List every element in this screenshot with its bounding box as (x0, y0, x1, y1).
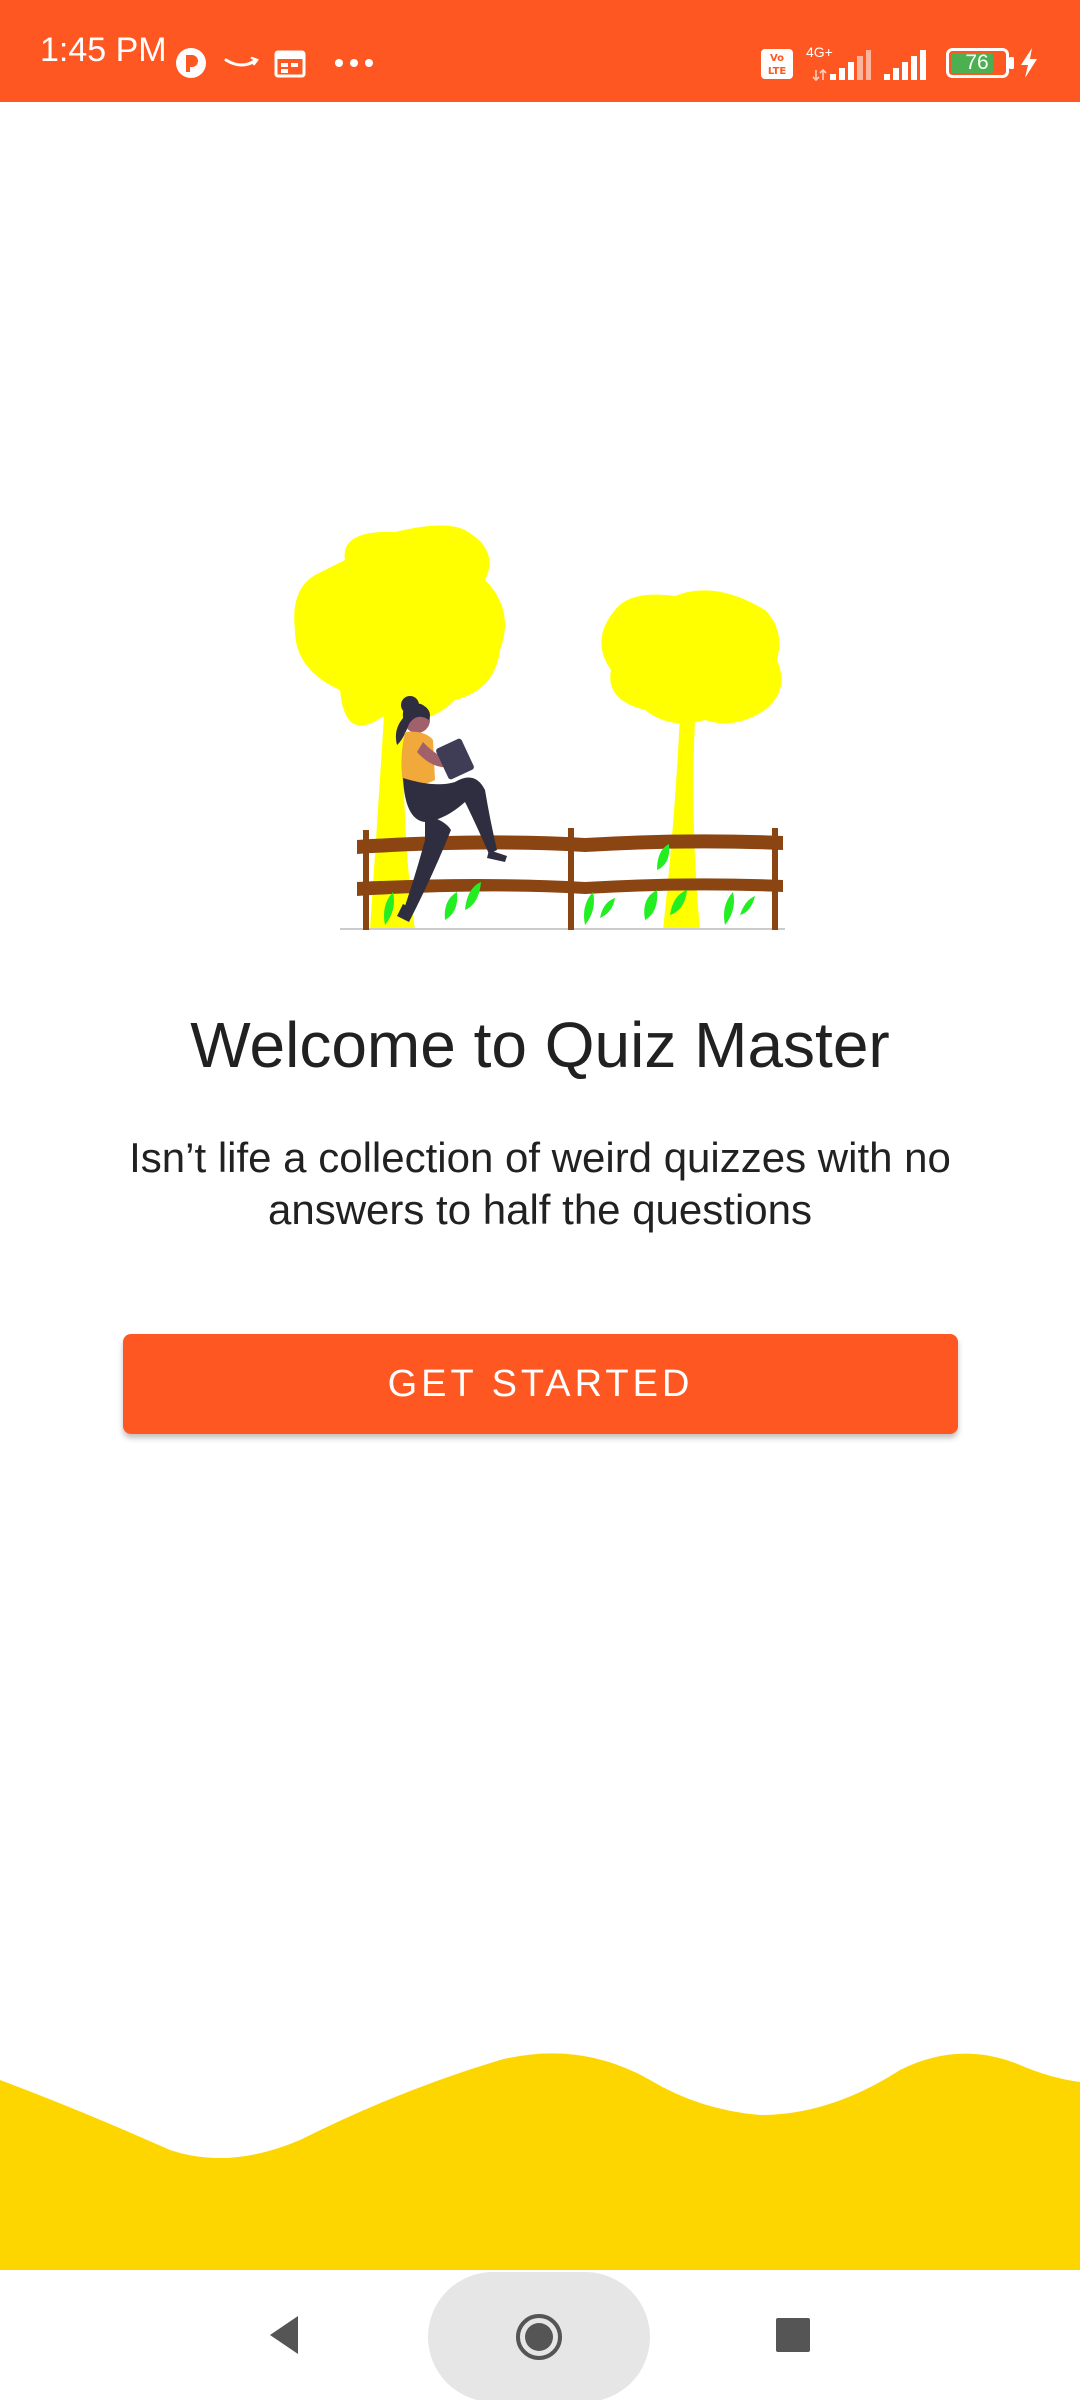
svg-text:Vo: Vo (770, 53, 784, 64)
home-icon (516, 2314, 562, 2360)
signal-icon-2 (884, 50, 926, 80)
right-tree-canopy (601, 590, 782, 724)
status-bar: 1:45 PM Vo LTE 4G+ 76 (0, 0, 1080, 102)
status-time: 1:45 PM (40, 31, 167, 69)
get-started-button[interactable]: GET STARTED (123, 1334, 958, 1434)
welcome-screen: 1:45 PM Vo LTE 4G+ 76 Welcome to Quiz Ma… (0, 0, 1080, 2400)
battery-level: 76 (965, 51, 989, 74)
woman-on-fence-illustration (294, 525, 785, 930)
left-tree-canopy (294, 525, 505, 726)
get-started-label: GET STARTED (387, 1362, 694, 1405)
charging-icon (1021, 48, 1037, 78)
amazon-icon (224, 56, 259, 67)
volte-icon: Vo LTE (761, 49, 793, 79)
svg-text:LTE: LTE (768, 66, 787, 77)
welcome-subtitle: Isn’t life a collection of weird quizzes… (129, 1134, 951, 1233)
bottom-wave (0, 2053, 1080, 2270)
back-icon[interactable] (262, 2312, 308, 2358)
app-notification-icon (176, 48, 206, 78)
recents-icon[interactable] (776, 2318, 810, 2352)
page-title: Welcome to Quiz Master (190, 1009, 890, 1081)
home-button[interactable] (428, 2272, 650, 2400)
signal-icon (812, 50, 871, 82)
battery-icon: 76 (946, 48, 1014, 78)
calendar-icon (274, 50, 306, 78)
navigation-bar (0, 2270, 1080, 2400)
more-dots-icon (335, 59, 373, 67)
fence-rail (357, 834, 783, 854)
